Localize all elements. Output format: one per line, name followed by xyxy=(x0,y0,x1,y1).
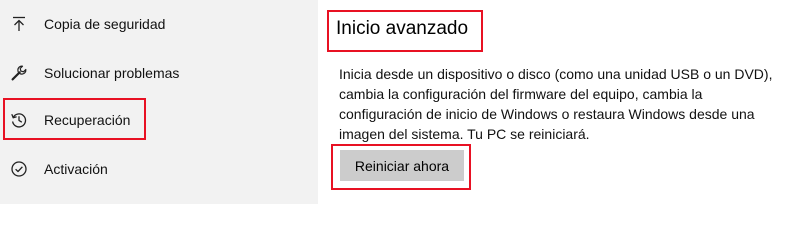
sidebar-item-troubleshoot[interactable]: Solucionar problemas xyxy=(0,51,318,95)
restart-now-button[interactable]: Reiniciar ahora xyxy=(340,150,464,181)
sidebar-item-label: Copia de seguridad xyxy=(44,16,166,32)
backup-arrow-up-icon xyxy=(10,15,28,33)
history-icon xyxy=(10,111,28,129)
sidebar-item-activation[interactable]: Activación xyxy=(0,147,318,191)
sidebar-item-label: Recuperación xyxy=(44,112,131,128)
sidebar-item-label: Activación xyxy=(44,161,108,177)
sidebar-item-recovery[interactable]: Recuperación xyxy=(0,98,318,142)
sidebar-item-backup[interactable]: Copia de seguridad xyxy=(0,2,318,46)
page-title: Inicio avanzado xyxy=(336,18,469,39)
settings-sidebar: Copia de seguridad Solucionar problemas … xyxy=(0,0,318,204)
check-circle-icon xyxy=(10,160,28,178)
wrench-icon xyxy=(10,64,28,82)
advanced-startup-description: Inicia desde un dispositivo o disco (com… xyxy=(339,66,773,142)
sidebar-item-label: Solucionar problemas xyxy=(44,65,180,81)
